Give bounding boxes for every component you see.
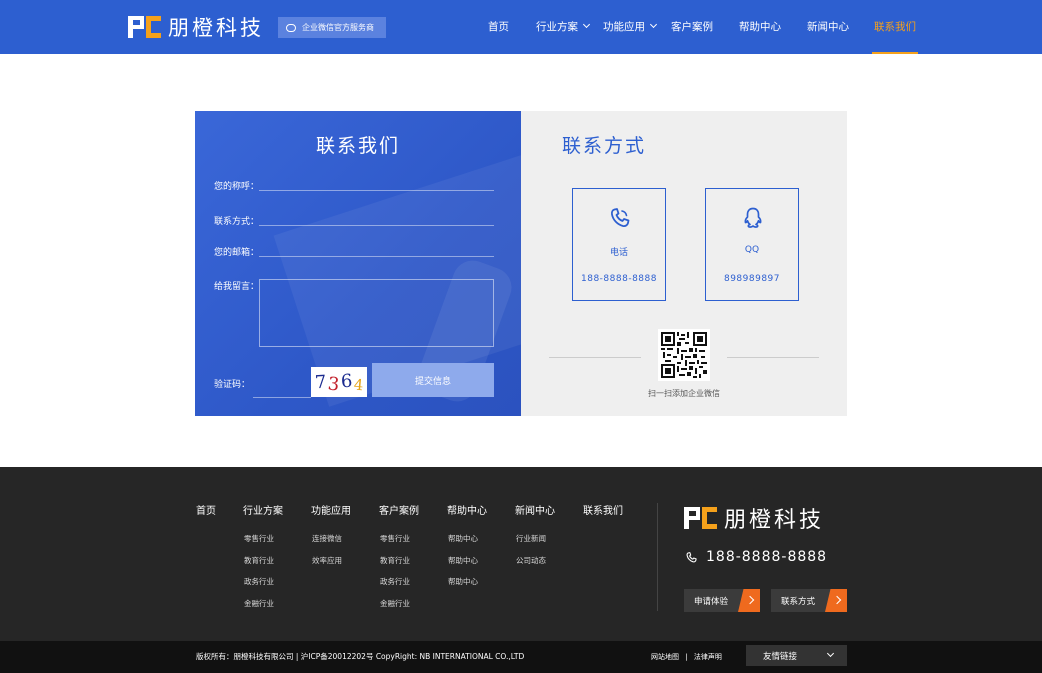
qq-card: QQ 898989897 — [705, 188, 799, 301]
footer-link[interactable]: 政务行业 — [380, 576, 410, 587]
footer-heading-solutions[interactable]: 行业方案 — [243, 502, 283, 517]
nav-item-contact[interactable]: 联系我们 — [872, 0, 918, 54]
email-input[interactable] — [259, 241, 494, 255]
service-provider-badge[interactable]: 企业微信官方服务商 — [278, 17, 386, 38]
logo-mark-icon — [684, 506, 717, 530]
divider-line — [549, 357, 641, 358]
footer-link[interactable]: 效率应用 — [312, 555, 342, 566]
footer-link[interactable]: 帮助中心 — [448, 555, 478, 566]
brand-logo[interactable]: 朋橙科技 — [128, 12, 264, 42]
captcha-digit: 4 — [352, 375, 364, 395]
footer-phone-number: 188-8888-8888 — [706, 549, 828, 565]
footer-link[interactable]: 连接微信 — [312, 533, 342, 544]
nav-item-solutions[interactable]: 行业方案 — [536, 0, 591, 54]
service-badge-label: 企业微信官方服务商 — [302, 23, 374, 32]
phone-input[interactable] — [259, 210, 494, 224]
submit-button[interactable]: 提交信息 — [372, 363, 494, 397]
footer-phone: 188-8888-8888 — [685, 549, 827, 565]
qq-card-label: QQ — [744, 245, 760, 255]
qq-icon — [744, 207, 762, 228]
footer-link[interactable]: 零售行业 — [380, 533, 410, 544]
footer-link[interactable]: 帮助中心 — [448, 576, 478, 587]
footer-heading-features[interactable]: 功能应用 — [311, 502, 351, 517]
friend-links-label: 友情链接 — [763, 651, 798, 662]
captcha-image[interactable]: 7 3 6 4 — [311, 367, 367, 397]
footer-link[interactable]: 金融行业 — [380, 598, 410, 609]
footer-divider — [657, 503, 658, 611]
site-header: 朋橙科技 企业微信官方服务商 首页 行业方案 功能应用 客户案例 帮助中心 新闻… — [0, 0, 1042, 54]
contact-form-panel: 联系我们 您的称呼： 联系方式： 您的邮箱： 给我留言： 验证码： 7 3 6 … — [195, 111, 521, 416]
nav-item-features[interactable]: 功能应用 — [603, 0, 658, 54]
phone-underline — [259, 225, 494, 226]
email-underline — [259, 256, 494, 257]
link-separator: | — [685, 653, 688, 661]
phone-icon — [686, 551, 697, 562]
message-textarea[interactable] — [259, 279, 494, 347]
chevron-down-icon — [649, 20, 658, 29]
logo-mark-icon — [128, 15, 161, 39]
phone-icon — [610, 208, 630, 227]
phone-card-label: 电话 — [609, 248, 628, 258]
message-label: 给我留言： — [214, 282, 260, 292]
contact-info-panel: 联系方式 电话 188-8888-8888 QQ 898989897 扫一扫添加… — [521, 111, 847, 416]
chevron-right-icon — [738, 589, 760, 612]
phone-card-value[interactable]: 188-8888-8888 — [573, 274, 665, 284]
chevron-down-icon — [582, 20, 591, 29]
contact-method-label: 联系方式 — [781, 596, 816, 607]
captcha-digit: 3 — [326, 372, 341, 396]
legal-link[interactable]: 法律声明 — [694, 653, 722, 661]
footer-heading-cases[interactable]: 客户案例 — [379, 502, 419, 517]
nav-item-home[interactable]: 首页 — [488, 0, 509, 54]
footer-link[interactable]: 教育行业 — [380, 555, 410, 566]
name-label: 您的称呼： — [214, 182, 260, 192]
footer-heading-contact[interactable]: 联系我们 — [583, 502, 623, 517]
info-title: 联系方式 — [562, 135, 647, 157]
footer-brand-logo: 朋橙科技 — [684, 502, 824, 534]
footer-link[interactable]: 金融行业 — [244, 598, 274, 609]
sitemap-link[interactable]: 网站地图 — [651, 653, 679, 661]
name-underline — [259, 190, 494, 191]
apply-trial-label: 申请体验 — [694, 596, 729, 607]
friend-links-select[interactable]: 友情链接 — [746, 645, 847, 666]
footer-link[interactable]: 行业新闻 — [516, 533, 546, 544]
qr-caption: 扫一扫添加企业微信 — [648, 389, 720, 398]
divider-line — [727, 357, 819, 358]
footer-link[interactable]: 教育行业 — [244, 555, 274, 566]
footer-link[interactable]: 零售行业 — [244, 533, 274, 544]
captcha-digit: 6 — [340, 370, 353, 392]
footer-heading-news[interactable]: 新闻中心 — [515, 502, 555, 517]
footer-brand-name: 朋橙科技 — [724, 508, 825, 533]
footer-link[interactable]: 公司动态 — [516, 555, 546, 566]
bottom-bar: 版权所有：朋橙科技有限公司 | 沪ICP备20012202号 CopyRight… — [0, 641, 1042, 673]
form-title: 联系我们 — [315, 135, 400, 157]
phone-card: 电话 188-8888-8888 — [572, 188, 666, 301]
footer-link-home[interactable]: 首页 — [196, 502, 216, 517]
captcha-underline — [253, 397, 311, 398]
chat-bubble-icon — [286, 23, 296, 32]
nav-item-cases[interactable]: 客户案例 — [671, 0, 713, 54]
apply-trial-button[interactable]: 申请体验 — [684, 589, 760, 612]
site-footer: 首页 行业方案 零售行业 教育行业 政务行业 金融行业 功能应用 连接微信 效率… — [0, 467, 1042, 641]
captcha-label: 验证码： — [214, 380, 251, 390]
chevron-down-icon — [826, 649, 835, 658]
copyright-text: 版权所有：朋橙科技有限公司 | 沪ICP备20012202号 CopyRight… — [196, 652, 525, 661]
captcha-digit: 7 — [314, 371, 327, 393]
contact-method-button[interactable]: 联系方式 — [771, 589, 847, 612]
brand-name: 朋橙科技 — [168, 16, 264, 40]
name-input[interactable] — [259, 175, 494, 189]
wechat-qr-code — [658, 329, 710, 381]
nav-item-help[interactable]: 帮助中心 — [739, 0, 781, 54]
footer-link[interactable]: 政务行业 — [244, 576, 274, 587]
chevron-right-icon — [825, 589, 847, 612]
footer-link[interactable]: 帮助中心 — [448, 533, 478, 544]
email-label: 您的邮箱： — [214, 248, 260, 258]
qq-card-value[interactable]: 898989897 — [706, 274, 798, 284]
phone-label: 联系方式： — [214, 217, 260, 227]
nav-item-news[interactable]: 新闻中心 — [807, 0, 849, 54]
footer-heading-help[interactable]: 帮助中心 — [447, 502, 487, 517]
bottom-links: 网站地图 | 法律声明 — [651, 652, 722, 662]
